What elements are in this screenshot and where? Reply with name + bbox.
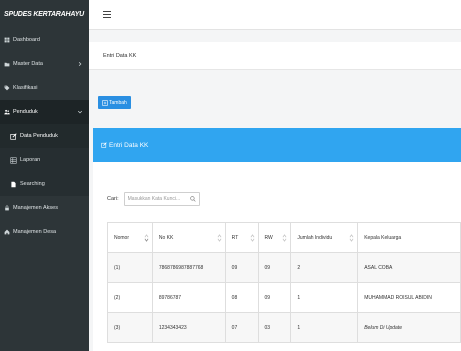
panel-header: Entri Data KK xyxy=(93,128,461,162)
app-brand[interactable]: SPUDES KERTARAHAYU xyxy=(0,0,89,28)
cell-nokk: 7868786987887768 xyxy=(151,252,226,283)
cell-rt: 07 xyxy=(224,312,259,343)
chevron-right-icon xyxy=(78,61,82,67)
sidebar-item-label: Laporan xyxy=(20,157,41,163)
tag-icon xyxy=(4,85,10,91)
column-header-kepala[interactable]: Kepala Keluarga xyxy=(357,222,461,253)
search-label: Cari: xyxy=(107,196,119,202)
column-header-rw[interactable]: RW xyxy=(257,222,292,253)
cell-rw: 09 xyxy=(257,282,292,313)
page-title: Entri Data KK xyxy=(103,52,137,59)
cell-kepala: MUHAMMAD ROISUL ABIDIN xyxy=(357,282,461,313)
cell-jumlah: 1 xyxy=(290,312,359,343)
cell-rw: 03 xyxy=(257,312,292,343)
chevron-down-icon xyxy=(77,110,83,114)
cell-jumlah: 1 xyxy=(290,282,359,313)
menu-toggle-icon[interactable] xyxy=(103,10,111,19)
column-header-nokk[interactable]: No KK xyxy=(151,222,226,253)
cell-nomor: (1) xyxy=(107,252,153,283)
sidebar-item-penduduk[interactable]: Penduduk xyxy=(0,100,89,124)
add-icon xyxy=(102,99,108,106)
sort-icon xyxy=(144,234,149,242)
kk-panel: Entri Data KK Cari: Nomor No KK RT RW Ju… xyxy=(93,128,461,351)
report-icon xyxy=(10,156,17,164)
cell-kepala: Belum Di Update xyxy=(357,312,461,343)
users-icon xyxy=(4,109,10,115)
lock-icon xyxy=(4,205,10,211)
sidebar-item-searching[interactable]: Searching xyxy=(0,172,89,196)
sort-icon xyxy=(250,234,254,242)
cell-kepala: ASAL COBA xyxy=(357,252,461,283)
sidebar: SPUDES KERTARAHAYU Dashboard Master Data K… xyxy=(0,0,89,351)
column-header-jumlah[interactable]: Jumlah Individu xyxy=(290,222,359,253)
folder-icon xyxy=(4,61,10,67)
cell-rt: 09 xyxy=(224,252,259,283)
sidebar-item-label: Dashboard xyxy=(13,37,40,43)
sidebar-item-label: Klasifikasi xyxy=(13,85,38,91)
search-box xyxy=(123,192,200,206)
sort-icon xyxy=(283,234,287,242)
edit-icon xyxy=(101,142,107,148)
table-row[interactable]: (2) 89786787 08 09 1 MUHAMMAD ROISUL ABIDIN xyxy=(107,282,461,313)
cell-rt: 08 xyxy=(224,282,259,313)
column-header-rt[interactable]: RT xyxy=(224,222,259,253)
sidebar-item-klasifikasi[interactable]: Klasifikasi xyxy=(0,76,89,100)
top-bar xyxy=(89,0,461,30)
action-row: Tambah xyxy=(89,70,461,126)
cell-rw: 09 xyxy=(257,252,292,283)
sidebar-item-dashboard[interactable]: Dashboard xyxy=(0,28,89,52)
table-row[interactable]: (1) 7868786987887768 09 09 2 ASAL COBA xyxy=(107,252,461,283)
column-header-nomor[interactable]: Nomor xyxy=(107,222,153,253)
sidebar-item-label: Searching xyxy=(20,181,45,187)
page-title-bar: Entri Data KK xyxy=(89,42,461,70)
sidebar-item-label: Manajemen Akses xyxy=(13,205,58,211)
cell-nomor: (2) xyxy=(107,282,153,313)
home-icon xyxy=(4,229,10,235)
sidebar-item-label: Manajemen Desa xyxy=(13,229,57,235)
cell-nomor: (3) xyxy=(107,312,153,343)
sidebar-item-label: Master Data xyxy=(13,61,43,67)
cell-nokk: 89786787 xyxy=(151,282,226,313)
table-row[interactable]: (3) 1234343423 07 03 1 Belum Di Update xyxy=(107,312,461,343)
main-content: Entri Data KK Tambah Entri Data KK Cari:… xyxy=(89,0,461,351)
dashboard-icon xyxy=(4,37,10,43)
cell-nokk: 1234343423 xyxy=(151,312,226,343)
sidebar-item-master-data[interactable]: Master Data xyxy=(0,52,89,76)
sidebar-item-manajemen-akses[interactable]: Manajemen Akses xyxy=(0,196,89,220)
search-icon[interactable] xyxy=(189,196,196,202)
search-input[interactable] xyxy=(127,196,188,202)
cell-jumlah: 2 xyxy=(290,252,359,283)
kk-table: Nomor No KK RT RW Jumlah Individu Kepala… xyxy=(107,222,461,343)
add-button[interactable]: Tambah xyxy=(98,96,131,109)
sidebar-item-manajemen-desa[interactable]: Manajemen Desa xyxy=(0,220,89,244)
table-header-row: Nomor No KK RT RW Jumlah Individu Kepala… xyxy=(107,222,461,253)
sort-icon xyxy=(349,234,354,242)
add-button-label: Tambah xyxy=(109,99,127,106)
sort-icon xyxy=(217,234,222,242)
sidebar-item-label: Penduduk xyxy=(13,109,38,115)
sidebar-item-label: Data Penduduk xyxy=(20,133,58,139)
panel-title: Entri Data KK xyxy=(109,141,149,149)
sidebar-menu: Dashboard Master Data Klasifikasi Penduduk D… xyxy=(0,28,89,244)
sidebar-item-laporan[interactable]: Laporan xyxy=(0,148,89,172)
file-icon xyxy=(10,181,17,188)
search-row: Cari: xyxy=(107,192,200,206)
edit-icon xyxy=(10,132,17,140)
sidebar-item-data-penduduk[interactable]: Data Penduduk xyxy=(0,124,89,148)
